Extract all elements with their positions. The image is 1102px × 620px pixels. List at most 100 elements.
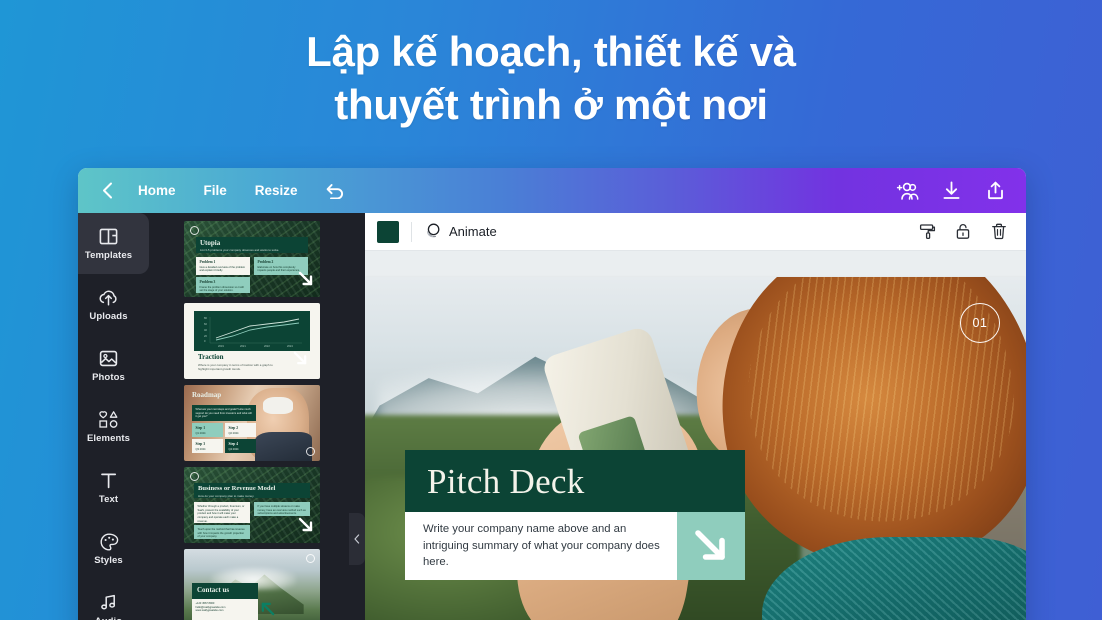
menu-item-home[interactable]: Home (124, 177, 190, 204)
share-upload-icon (987, 181, 1003, 200)
sidebar-item-label: Elements (86, 433, 131, 445)
chevron-left-icon (102, 182, 112, 199)
sidebar-item-label: Text (98, 494, 119, 506)
app-body: Templates Uploads Photos Elements Text S… (78, 213, 1026, 620)
page-title: Lập kế hoạch, thiết kế và thuyết trình ở… (0, 26, 1102, 131)
template-card: Touch upon the method that has revenue w… (194, 525, 250, 539)
slide-title: Pitch Deck (427, 461, 585, 501)
delete-button[interactable] (988, 221, 1010, 243)
back-button[interactable] (94, 176, 120, 206)
card-body: Q1 2024 (195, 431, 206, 435)
chart-panel: 80 60 40 20 0 2019 2021 2022 2024 (194, 311, 310, 351)
sidebar-item-label: Templates (84, 250, 133, 262)
traction-line-chart: 80 60 40 20 0 2019 2021 2022 2024 (204, 316, 302, 348)
headline-line-2: thuyết trình ở một nơi (334, 80, 768, 128)
panel-collapse-handle[interactable] (349, 513, 365, 565)
slide-arrow-box (677, 512, 745, 580)
top-toolbar: Home File Resize (78, 168, 1026, 213)
svg-text:40: 40 (204, 328, 207, 332)
app-window: Home File Resize Templates Uploads Photo… (78, 168, 1026, 620)
element-toolbar-right (916, 221, 1010, 243)
share-button[interactable] (982, 178, 1008, 204)
arrow-up-left-icon (260, 601, 276, 620)
template-card: If you have multiple streams or make mon… (254, 502, 310, 516)
text-icon (99, 470, 118, 491)
templates-panel: Utopia List 3-5 problems your company ob… (139, 213, 365, 620)
copy-style-icon (919, 224, 935, 240)
photo-subject-pants (254, 432, 312, 461)
card-body: Give a detailed overview of the problem … (199, 265, 246, 273)
template-title: Traction (198, 353, 224, 361)
animate-icon (424, 222, 441, 242)
color-swatch-button[interactable] (377, 220, 399, 243)
sidebar-item-photos[interactable]: Photos (78, 335, 139, 396)
card-body: Frame the problem dimension so it will s… (199, 285, 244, 293)
template-thumbnail[interactable]: Utopia List 3-5 problems your company ob… (184, 221, 320, 297)
animate-button[interactable]: Animate (424, 222, 497, 242)
sidebar-item-audio[interactable]: Audio (78, 579, 139, 620)
add-collaborator-icon (896, 182, 918, 200)
sidebar-item-elements[interactable]: Elements (78, 396, 139, 457)
add-collaborator-button[interactable] (894, 178, 920, 204)
copy-style-button[interactable] (916, 221, 938, 243)
slide-title-block[interactable]: Pitch Deck (405, 450, 745, 512)
lock-button[interactable] (952, 221, 974, 243)
template-thumbnail[interactable]: Roadmap What are your next steps and goa… (184, 385, 320, 461)
arrow-down-right-icon (297, 516, 314, 538)
menu-item-file[interactable]: File (190, 177, 241, 204)
sidebar-item-templates[interactable]: Templates (78, 213, 149, 274)
card-heading: Problem 2 (257, 260, 274, 264)
svg-text:2022: 2022 (264, 344, 270, 348)
svg-text:2019: 2019 (218, 344, 224, 348)
shapes-icon (98, 409, 120, 430)
template-thumbnail[interactable]: Contact us +123 4567 8900 hello@reallygr… (184, 549, 320, 620)
animate-label: Animate (449, 224, 497, 239)
sidebar-item-styles[interactable]: Styles (78, 518, 139, 579)
templates-icon (99, 226, 118, 247)
slide-number-badge: 01 (960, 303, 1000, 343)
sidebar-item-label: Photos (92, 372, 125, 384)
sidebar-item-label: Uploads (89, 311, 128, 323)
download-icon (943, 181, 959, 199)
template-card: Step 4 Q4 2024 (225, 439, 256, 453)
editor-area: Animate 01 Pitch Deck Write your company… (365, 213, 1026, 620)
card-body: Whether through a product, freemium, or … (197, 505, 245, 523)
template-title: Business or Revenue Model (198, 485, 276, 492)
card-body: Q3 2024 (195, 447, 206, 451)
top-toolbar-right (894, 178, 1008, 204)
slide-canvas[interactable]: 01 Pitch Deck Write your company name ab… (365, 277, 1026, 620)
logo-mark-icon (190, 226, 199, 235)
photo-sweater-texture (761, 537, 1026, 620)
template-thumbnail[interactable]: 80 60 40 20 0 2019 2021 2022 2024 Tracti… (184, 303, 320, 379)
template-intro: What are your next steps and goals? How … (192, 405, 256, 421)
sidebar-item-uploads[interactable]: Uploads (78, 274, 139, 335)
sidebar-item-label: Styles (94, 555, 123, 567)
menu-item-resize[interactable]: Resize (241, 177, 312, 204)
template-card: Step 1 Q1 2024 (192, 423, 223, 437)
svg-text:20: 20 (204, 334, 207, 338)
svg-text:2021: 2021 (240, 344, 246, 348)
slide-body-block[interactable]: Write your company name above and an int… (405, 512, 745, 580)
card-heading: Problem 3 (199, 280, 216, 284)
undo-button[interactable] (318, 176, 352, 206)
arrow-down-right-icon (695, 530, 725, 560)
template-card: Problem 1 Give a detailed overview of th… (196, 257, 250, 275)
lock-open-icon (956, 224, 970, 239)
template-subtitle: How do your company plan to make money. (198, 494, 255, 498)
slide-body-text: Write your company name above and an int… (405, 512, 677, 580)
toolbar-divider (411, 221, 412, 242)
logo-mark-icon (306, 554, 315, 563)
card-heading: Step 4 (228, 442, 239, 446)
contact-website: www.reallygreatsite.com (195, 609, 224, 613)
card-heading: Problem 1 (199, 260, 216, 264)
chevron-left-icon (354, 534, 360, 544)
upload-cloud-icon (98, 287, 119, 308)
template-thumbnail[interactable]: Business or Revenue Model How do your co… (184, 467, 320, 543)
card-body: If you have multiple streams or make mon… (257, 505, 306, 516)
arrow-down-right-icon (297, 270, 314, 292)
sidebar-item-text[interactable]: Text (78, 457, 139, 518)
intro-body: What are your next steps and goals? How … (195, 408, 252, 419)
template-title: Contact us (197, 586, 230, 594)
download-button[interactable] (938, 178, 964, 204)
template-title: Utopia (200, 239, 221, 247)
